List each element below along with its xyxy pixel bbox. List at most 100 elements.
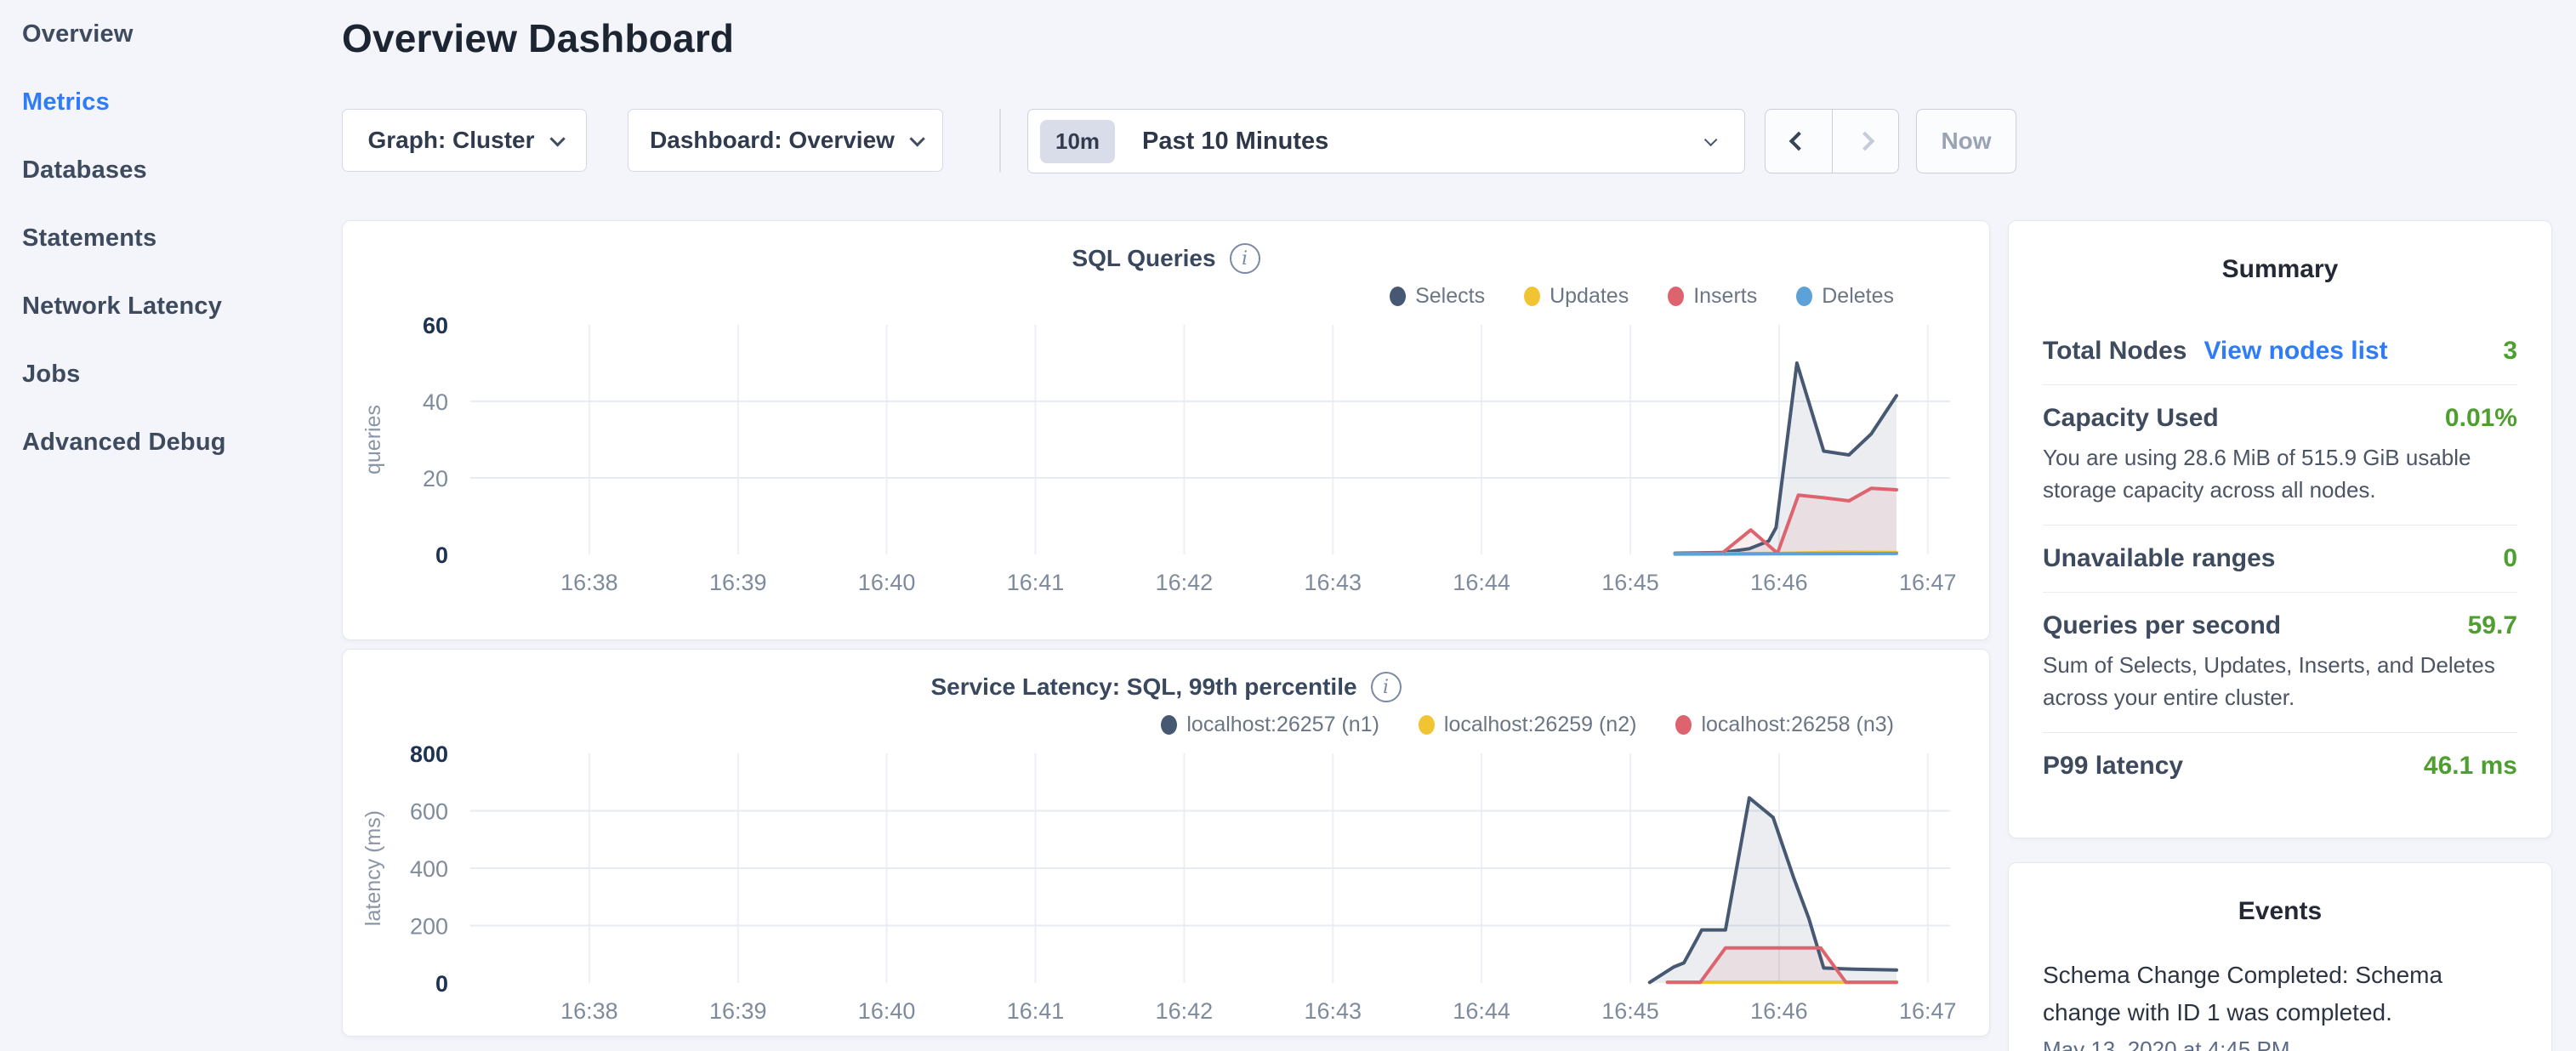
- page-title: Overview Dashboard: [342, 15, 734, 61]
- sql-queries-chart: 16:3816:3916:4016:4116:4216:4316:4416:45…: [343, 315, 1991, 604]
- legend-label: Updates: [1550, 284, 1629, 309]
- summary-row-label: Capacity Used: [2043, 404, 2219, 433]
- svg-text:16:44: 16:44: [1453, 998, 1510, 1024]
- svg-text:16:47: 16:47: [1899, 998, 1957, 1024]
- graph-scope-dropdown[interactable]: Graph: Cluster: [342, 109, 587, 172]
- legend-label: Deletes: [1822, 284, 1894, 309]
- event-message[interactable]: Schema Change Completed: Schema change w…: [2043, 957, 2517, 1031]
- svg-text:600: 600: [410, 799, 448, 825]
- chart-legend: localhost:26257 (n1) localhost:26259 (n2…: [343, 711, 1989, 738]
- chevron-down-icon: [549, 131, 565, 146]
- legend-entry: localhost:26257 (n1): [1161, 713, 1379, 737]
- sidebar-item-statements[interactable]: Statements: [0, 204, 340, 272]
- svg-text:16:44: 16:44: [1453, 570, 1510, 595]
- chevron-right-icon: [1856, 132, 1875, 151]
- summary-row-unavailable-ranges: Unavailable ranges 0: [2043, 526, 2517, 593]
- summary-row-value: 59.7: [2468, 611, 2517, 640]
- summary-row-capacity-used: Capacity Used 0.01% You are using 28.6 M…: [2043, 385, 2517, 526]
- series-dot-icon: [1390, 287, 1406, 306]
- sidebar-item-jobs[interactable]: Jobs: [0, 340, 340, 408]
- series-dot-icon: [1161, 715, 1177, 735]
- summary-row-label: Total Nodes: [2043, 337, 2186, 366]
- svg-text:16:42: 16:42: [1156, 998, 1214, 1024]
- summary-row-value: 3: [2503, 337, 2517, 366]
- time-step-buttons: [1765, 109, 1899, 173]
- svg-text:800: 800: [410, 743, 448, 767]
- svg-text:16:41: 16:41: [1007, 998, 1065, 1024]
- sidebar-item-network-latency[interactable]: Network Latency: [0, 272, 340, 340]
- time-step-forward-button[interactable]: [1833, 110, 1899, 173]
- legend-entry: Selects: [1390, 284, 1485, 309]
- sidebar-item-overview[interactable]: Overview: [0, 0, 340, 68]
- svg-text:16:39: 16:39: [709, 570, 767, 595]
- svg-text:16:40: 16:40: [858, 998, 916, 1024]
- sql-queries-chart-card: SQL Queries i Selects Updates Inserts De…: [342, 220, 1990, 640]
- overview-dashboard-page: Overview Metrics Databases Statements Ne…: [0, 0, 2576, 1051]
- info-icon[interactable]: i: [1371, 672, 1402, 702]
- svg-text:40: 40: [423, 389, 448, 415]
- time-step-back-button[interactable]: [1766, 110, 1833, 173]
- svg-text:16:45: 16:45: [1601, 998, 1659, 1024]
- svg-text:0: 0: [435, 971, 448, 997]
- svg-text:queries: queries: [361, 405, 385, 474]
- svg-text:0: 0: [435, 543, 448, 568]
- series-dot-icon: [1675, 715, 1692, 735]
- svg-text:60: 60: [423, 315, 448, 338]
- sidebar-item-metrics[interactable]: Metrics: [0, 68, 340, 136]
- dashboard-dropdown[interactable]: Dashboard: Overview: [628, 109, 943, 172]
- svg-text:16:43: 16:43: [1305, 998, 1362, 1024]
- legend-entry: Inserts: [1668, 284, 1757, 309]
- svg-text:20: 20: [423, 466, 448, 491]
- time-range-selector[interactable]: 10m Past 10 Minutes: [1027, 109, 1745, 173]
- svg-text:16:41: 16:41: [1007, 570, 1065, 595]
- legend-label: Selects: [1415, 284, 1485, 309]
- chevron-down-icon: [909, 131, 924, 146]
- sidebar-item-databases[interactable]: Databases: [0, 136, 340, 204]
- chart-title: Service Latency: SQL, 99th percentile: [930, 673, 1356, 701]
- summary-row-queries-per-second: Queries per second 59.7 Sum of Selects, …: [2043, 593, 2517, 733]
- series-dot-icon: [1419, 715, 1435, 735]
- svg-text:16:42: 16:42: [1156, 570, 1214, 595]
- summary-row-total-nodes: Total Nodes View nodes list 3: [2043, 318, 2517, 385]
- legend-label: localhost:26257 (n1): [1186, 713, 1379, 737]
- svg-text:400: 400: [410, 856, 448, 882]
- svg-text:16:46: 16:46: [1750, 998, 1808, 1024]
- chevron-down-icon: [1704, 133, 1718, 146]
- series-dot-icon: [1796, 287, 1812, 306]
- graph-scope-dropdown-label: Graph: Cluster: [367, 127, 534, 154]
- now-button[interactable]: Now: [1916, 109, 2016, 173]
- series-dot-icon: [1668, 287, 1684, 306]
- time-range-badge: 10m: [1040, 120, 1115, 163]
- summary-row-p99-latency: P99 latency 46.1 ms: [2043, 733, 2517, 799]
- view-nodes-list-link[interactable]: View nodes list: [2204, 337, 2387, 366]
- sidebar: Overview Metrics Databases Statements Ne…: [0, 0, 340, 1051]
- time-range-label: Past 10 Minutes: [1142, 128, 1328, 156]
- svg-text:16:43: 16:43: [1305, 570, 1362, 595]
- svg-text:16:46: 16:46: [1750, 570, 1808, 595]
- summary-row-description: Sum of Selects, Updates, Inserts, and De…: [2043, 649, 2517, 713]
- service-latency-chart-card: Service Latency: SQL, 99th percentile i …: [342, 649, 1990, 1037]
- legend-label: Inserts: [1693, 284, 1757, 309]
- svg-text:16:47: 16:47: [1899, 570, 1957, 595]
- summary-row-label: Unavailable ranges: [2043, 544, 2275, 573]
- chart-legend: Selects Updates Inserts Deletes: [343, 282, 1989, 310]
- summary-row-description: You are using 28.6 MiB of 515.9 GiB usab…: [2043, 441, 2517, 506]
- svg-text:16:38: 16:38: [560, 570, 618, 595]
- legend-label: localhost:26258 (n3): [1701, 713, 1894, 737]
- svg-text:16:40: 16:40: [858, 570, 916, 595]
- chart-title: SQL Queries: [1072, 245, 1215, 272]
- series-dot-icon: [1524, 287, 1540, 306]
- info-icon[interactable]: i: [1230, 243, 1260, 274]
- events-title: Events: [2043, 897, 2517, 926]
- event-timestamp: May 13, 2020 at 4:45 PM: [2043, 1037, 2517, 1051]
- summary-title: Summary: [2043, 255, 2517, 284]
- summary-row-value: 0: [2503, 544, 2517, 573]
- legend-entry: localhost:26258 (n3): [1675, 713, 1894, 737]
- svg-text:16:38: 16:38: [560, 998, 618, 1024]
- legend-entry: Updates: [1524, 284, 1629, 309]
- sidebar-item-advanced-debug[interactable]: Advanced Debug: [0, 408, 340, 476]
- svg-text:16:39: 16:39: [709, 998, 767, 1024]
- legend-entry: Deletes: [1796, 284, 1894, 309]
- summary-row-value: 46.1 ms: [2424, 752, 2517, 781]
- svg-text:200: 200: [410, 914, 448, 940]
